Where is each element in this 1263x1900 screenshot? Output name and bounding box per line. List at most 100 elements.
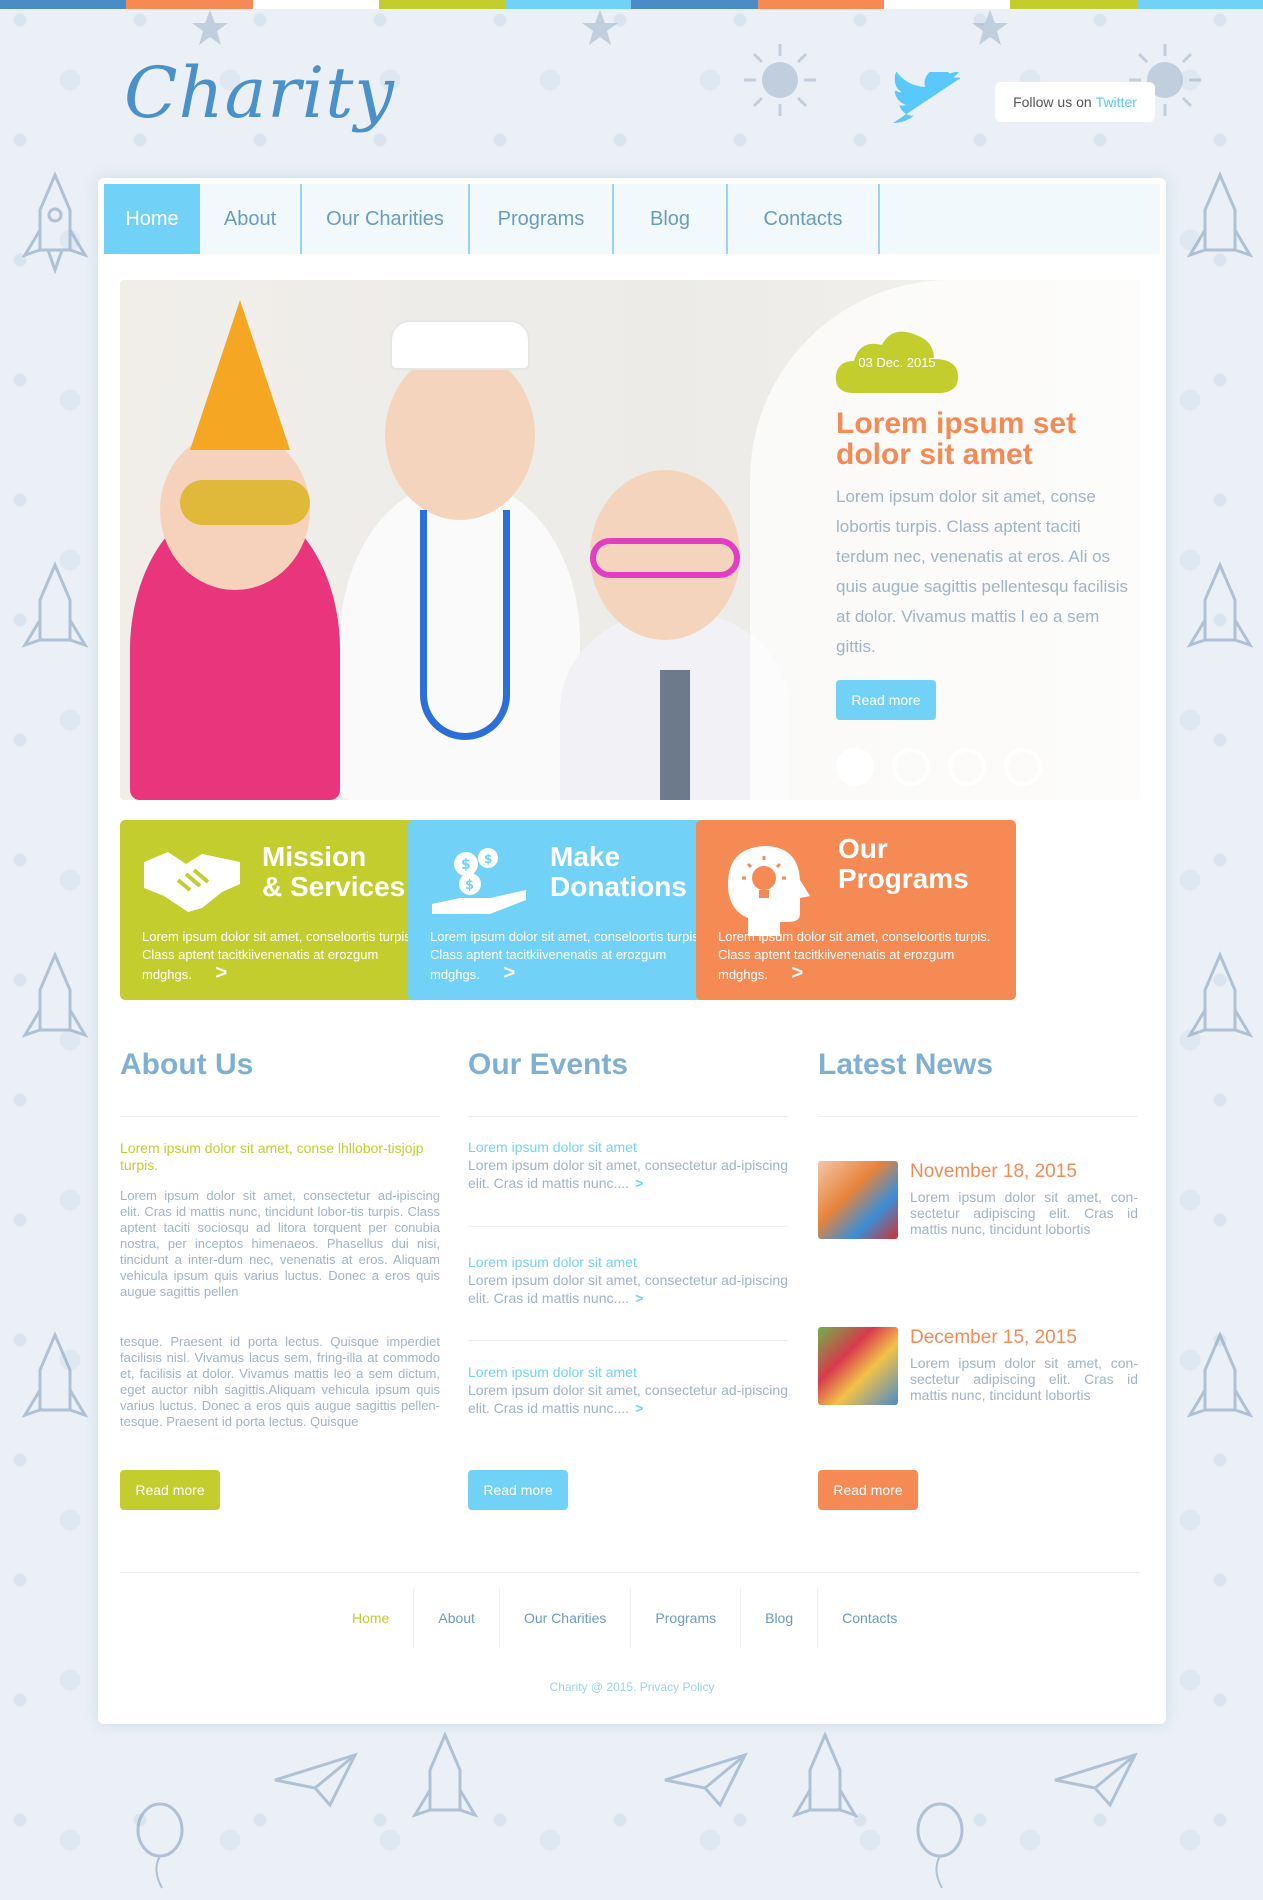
event-item[interactable]: Lorem ipsum dolor sit amet Lorem ipsum d… — [468, 1138, 788, 1192]
arrow-right-icon[interactable]: > — [216, 962, 228, 984]
news-date: November 18, 2015 — [910, 1161, 1077, 1182]
news-item[interactable]: November 18, 2015 Lorem ipsum dolor sit … — [818, 1161, 1138, 1241]
news-thumbnail[interactable] — [818, 1327, 898, 1405]
feature-mission-services[interactable]: Mission & Services Lorem ipsum dolor sit… — [120, 820, 440, 1000]
privacy-policy-link[interactable]: Privacy Policy — [640, 1680, 715, 1694]
footer-divider — [120, 1572, 1140, 1573]
arrow-right-icon[interactable]: > — [792, 962, 804, 984]
nav-item-about[interactable]: About — [200, 184, 302, 254]
stripe — [631, 0, 758, 9]
rocket-doodle-icon — [1186, 171, 1254, 258]
hero-slider[interactable]: 03 Dec. 2015 Lorem ipsum set dolor sit a… — [120, 280, 1140, 800]
feature-our-programs[interactable]: Our Programs Lorem ipsum dolor sit amet,… — [696, 820, 1016, 1000]
stripe — [378, 0, 506, 9]
feature-title: Make Donations — [550, 842, 687, 902]
slider-dot-4[interactable] — [1004, 748, 1042, 786]
feature-description: Lorem ipsum dolor sit amet, conseloortis… — [142, 929, 415, 982]
events-read-more-button[interactable]: Read more — [468, 1470, 568, 1510]
feature-text: Lorem ipsum dolor sit amet, conseloortis… — [718, 928, 998, 984]
footer-nav-programs[interactable]: Programs — [631, 1588, 742, 1648]
rocket-doodle-icon — [1186, 561, 1254, 648]
feature-make-donations[interactable]: $ $ $ Make Donations Lorem ipsum dolor s… — [408, 820, 728, 1000]
news-thumbnail[interactable] — [818, 1161, 898, 1239]
event-title[interactable]: Lorem ipsum dolor sit amet — [468, 1363, 788, 1381]
event-item[interactable]: Lorem ipsum dolor sit amet Lorem ipsum d… — [468, 1253, 788, 1307]
lightbulb-head-icon — [728, 846, 810, 936]
divider — [818, 1116, 1138, 1117]
feature-description: Lorem ipsum dolor sit amet, conseloortis… — [430, 929, 703, 982]
slide-read-more-button[interactable]: Read more — [836, 680, 936, 720]
slider-dot-3[interactable] — [948, 748, 986, 786]
about-read-more-button[interactable]: Read more — [120, 1470, 220, 1510]
nav-item-blog[interactable]: Blog — [614, 184, 728, 254]
arrow-right-icon[interactable]: > — [635, 1175, 643, 1191]
divider — [468, 1226, 788, 1227]
arrow-right-icon[interactable]: > — [635, 1400, 643, 1416]
footer-nav-home[interactable]: Home — [328, 1588, 415, 1648]
feature-title-line2: & Services — [262, 871, 406, 902]
rocket-doodle-icon — [791, 1731, 859, 1818]
star-doodle-icon — [192, 10, 228, 45]
about-us-title: About Us — [120, 1048, 254, 1081]
feature-title-line1: Our — [838, 833, 888, 864]
main-panel: Home About Our Charities Programs Blog C… — [98, 178, 1166, 1724]
kid-middle-face — [385, 350, 535, 520]
follow-label: Follow us on — [1013, 94, 1092, 110]
news-text: Lorem ipsum dolor sit amet, con-sectetur… — [910, 1189, 1138, 1237]
party-hat — [190, 300, 290, 450]
feature-text: Lorem ipsum dolor sit amet, conseloortis… — [430, 928, 710, 984]
event-text: Lorem ipsum dolor sit amet, consectetur … — [468, 1156, 788, 1192]
slider-dot-1[interactable] — [836, 748, 874, 786]
rocket-doodle-icon — [21, 561, 89, 648]
pink-glasses — [590, 538, 740, 578]
event-title[interactable]: Lorem ipsum dolor sit amet — [468, 1253, 788, 1271]
rocket-doodle-icon — [21, 171, 89, 275]
site-logo[interactable]: Charity — [124, 52, 404, 152]
arrow-right-icon[interactable]: > — [635, 1290, 643, 1306]
feature-title-line1: Make — [550, 841, 621, 872]
logo-text: Charity — [124, 52, 395, 134]
latest-news-title: Latest News — [818, 1048, 994, 1081]
footer-nav-about[interactable]: About — [414, 1588, 500, 1648]
svg-text:$: $ — [484, 852, 492, 866]
about-lead-text: Lorem ipsum dolor sit amet, conse lhllob… — [120, 1140, 424, 1173]
handshake-icon — [144, 852, 240, 912]
feature-title: Our Programs — [838, 834, 969, 894]
event-description: Lorem ipsum dolor sit amet, consectetur … — [468, 1272, 788, 1306]
slide-title: Lorem ipsum set dolor sit amet — [836, 407, 1077, 471]
nav-item-home[interactable]: Home — [104, 184, 200, 254]
balloon-doodle-icon — [916, 1802, 964, 1889]
main-nav: Home About Our Charities Programs Blog C… — [104, 184, 1160, 254]
rocket-doodle-icon — [1186, 951, 1254, 1038]
slider-dot-2[interactable] — [892, 748, 930, 786]
arrow-right-icon[interactable]: > — [504, 962, 516, 984]
svg-text:$: $ — [461, 857, 471, 873]
event-item[interactable]: Lorem ipsum dolor sit amet Lorem ipsum d… — [468, 1363, 788, 1417]
rocket-doodle-icon — [411, 1731, 479, 1818]
star-doodle-icon — [972, 10, 1008, 45]
feature-description: Lorem ipsum dolor sit amet, conseloortis… — [718, 929, 991, 982]
nurse-cap — [390, 320, 530, 370]
footer-nav-blog[interactable]: Blog — [741, 1588, 819, 1648]
nav-item-contacts[interactable]: Contacts — [728, 184, 880, 254]
twitter-bird-icon[interactable] — [890, 72, 960, 127]
follow-us-box[interactable]: Follow us on Twitter — [995, 82, 1155, 122]
feature-title-line1: Mission — [262, 841, 367, 872]
event-text: Lorem ipsum dolor sit amet, consectetur … — [468, 1381, 788, 1417]
feature-title: Mission & Services — [262, 842, 405, 902]
nav-item-programs[interactable]: Programs — [470, 184, 614, 254]
news-item[interactable]: December 15, 2015 Lorem ipsum dolor sit … — [818, 1327, 1138, 1407]
stripe — [1136, 0, 1263, 9]
news-read-more-button[interactable]: Read more — [818, 1470, 918, 1510]
event-title[interactable]: Lorem ipsum dolor sit amet — [468, 1138, 788, 1156]
rocket-doodle-icon — [1186, 1331, 1254, 1418]
nav-item-our-charities[interactable]: Our Charities — [302, 184, 470, 254]
footer-nav-our-charities[interactable]: Our Charities — [500, 1588, 632, 1648]
footer-nav-contacts[interactable]: Contacts — [818, 1588, 921, 1648]
feature-text: Lorem ipsum dolor sit amet, conseloortis… — [142, 928, 422, 984]
twitter-link[interactable]: Twitter — [1096, 94, 1137, 110]
stripe — [0, 0, 127, 9]
gold-mask — [180, 480, 310, 525]
news-text: Lorem ipsum dolor sit amet, con-sectetur… — [910, 1355, 1138, 1403]
paper-plane-doodle-icon — [664, 1752, 748, 1808]
